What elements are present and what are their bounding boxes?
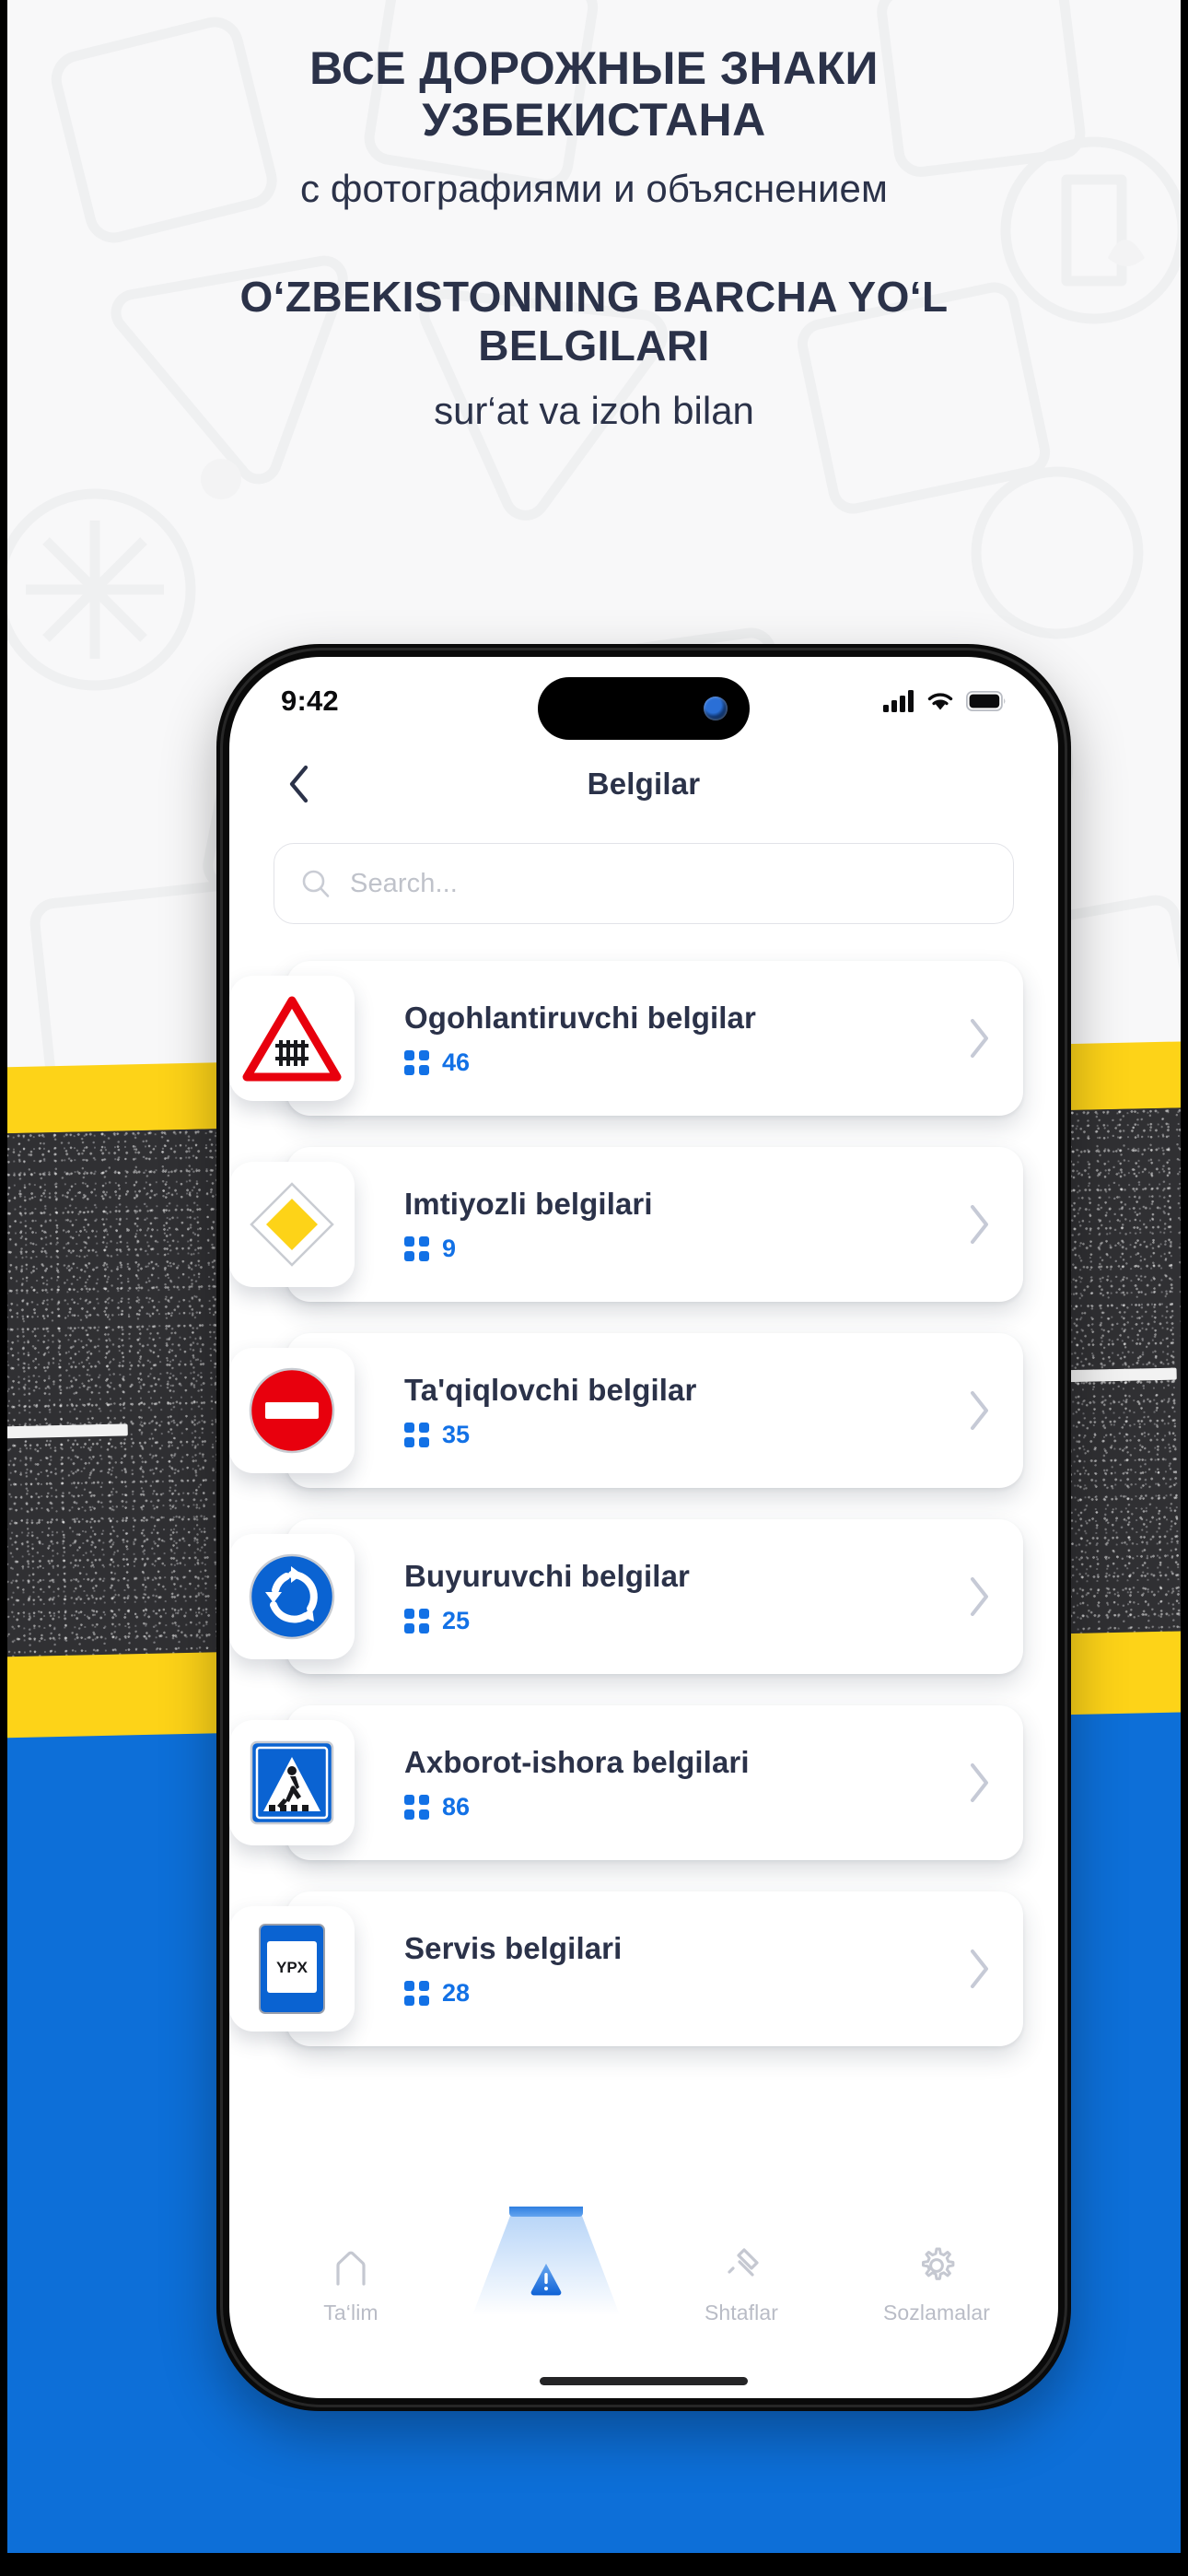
category-title: Ta'qiqlovchi belgilar [404, 1372, 697, 1407]
home-indicator [540, 2377, 748, 2385]
list-item[interactable]: Buyuruvchi belgilar 25 [229, 1519, 1023, 1674]
active-tab-indicator [509, 2207, 583, 2217]
chevron-right-icon[interactable] [966, 1388, 992, 1433]
wifi-icon [927, 693, 953, 710]
grid-2x2-icon [404, 1608, 429, 1633]
home-icon [329, 2243, 373, 2288]
app-nav-bar: Belgilar [229, 745, 1058, 823]
chevron-right-icon[interactable] [966, 1202, 992, 1247]
category-title: Buyuruvchi belgilar [404, 1558, 690, 1593]
list-item[interactable]: Axborot-ishora belgilari 86 [229, 1705, 1023, 1860]
grid-2x2-icon [404, 1422, 429, 1447]
category-count: 9 [442, 1234, 457, 1262]
tab-belgilar[interactable] [448, 2207, 644, 2361]
service-sign-label: YPX [276, 1959, 309, 1976]
gear-icon [914, 2243, 959, 2288]
page-title: Belgilar [587, 767, 701, 801]
list-item[interactable]: Imtiyozli belgilari 9 [229, 1147, 1023, 1302]
category-count: 46 [442, 1048, 471, 1076]
grid-2x2-icon [404, 1980, 429, 2006]
no-entry-red-circle-sign [249, 1367, 335, 1454]
category-sign-badge [229, 1162, 355, 1287]
grid-2x2-icon [404, 1049, 429, 1075]
phone-mockup: 9:42 Belgilar Search... Ogohlantiruvchi … [216, 644, 1071, 2411]
promo-canvas: ВСЕ ДОРОЖНЫЕ ЗНАКИ УЗБЕКИСТАНА с фотогра… [7, 0, 1181, 2553]
chevron-right-icon[interactable] [966, 1016, 992, 1060]
category-sign-badge [229, 976, 355, 1101]
pedestrian-crossing-blue-square-sign [250, 1740, 334, 1825]
tab-sozlamalar[interactable]: Sozlamalar [839, 2207, 1034, 2361]
category-count: 25 [442, 1606, 471, 1634]
tab-shtaflar[interactable]: Shtaflar [644, 2207, 839, 2361]
category-title: Imtiyozli belgilari [404, 1186, 653, 1221]
front-camera-icon [704, 697, 728, 720]
dynamic-island [538, 677, 750, 740]
tab-label: Shtaflar [704, 2300, 779, 2324]
headline-uz-line-1: O‘ZBEKISTONNING BARCHA YO‘L [239, 273, 949, 322]
tab-label: Ta‘lim [323, 2300, 379, 2324]
category-sign-badge: YPX [229, 1906, 355, 2032]
category-count: 86 [442, 1792, 471, 1821]
category-count: 35 [442, 1420, 471, 1448]
service-ypx-blue-sign: YPX [259, 1924, 325, 2014]
bottom-tab-bar: Ta‘lim Shtaflar Sozlamalar [253, 2207, 1034, 2361]
category-sign-badge [229, 1720, 355, 1845]
grid-2x2-icon [404, 1235, 429, 1261]
warning-triangle-icon [524, 2255, 568, 2300]
promo-screenshot: ВСЕ ДОРОЖНЫЕ ЗНАКИ УЗБЕКИСТАНА с фотогра… [0, 0, 1188, 2576]
list-item[interactable]: YPX Servis belgilari 28 [229, 1891, 1023, 2046]
list-item[interactable]: Ogohlantiruvchi belgilar 46 [229, 961, 1023, 1116]
battery-full-icon [966, 691, 1006, 711]
list-item[interactable]: Ta'qiqlovchi belgilar 35 [229, 1333, 1023, 1488]
signal-bars-icon [883, 690, 914, 712]
category-title: Ogohlantiruvchi belgilar [404, 1000, 756, 1035]
tab-talim[interactable]: Ta‘lim [253, 2207, 448, 2361]
gavel-icon [719, 2243, 763, 2288]
tab-label: Sozlamalar [882, 2300, 991, 2324]
status-bar: 9:42 [229, 657, 1058, 745]
roundabout-blue-circle-sign [249, 1553, 335, 1640]
search-placeholder: Search... [350, 868, 458, 898]
category-count: 28 [442, 1978, 471, 2007]
promo-headline-block: ВСЕ ДОРОЖНЫЕ ЗНАКИ УЗБЕКИСТАНА с фотогра… [7, 0, 1181, 435]
headline-ru-line-1: ВСЕ ДОРОЖНЫЕ ЗНАКИ [309, 42, 879, 94]
subtitle-uz: sur‘at va izoh bilan [434, 389, 754, 433]
chevron-right-icon[interactable] [966, 1761, 992, 1805]
headline-uz-line-2: BELGILARI [478, 321, 710, 369]
headline-ru-line-2: УЗБЕКИСТАНА [422, 94, 766, 146]
chevron-right-icon[interactable] [966, 1947, 992, 1991]
category-title: Servis belgilari [404, 1930, 623, 1965]
priority-road-yellow-diamond-sign [250, 1182, 334, 1267]
warning-triangle-railway-crossing-sign [242, 996, 342, 1082]
category-sign-badge [229, 1534, 355, 1659]
search-icon [302, 870, 330, 897]
chevron-right-icon[interactable] [966, 1575, 992, 1619]
grid-2x2-icon [404, 1794, 429, 1820]
search-section: Search... [229, 823, 1058, 924]
phone-screen: 9:42 Belgilar Search... Ogohlantiruvchi … [229, 657, 1058, 2398]
category-title: Axborot-ishora belgilari [404, 1744, 750, 1779]
category-sign-badge [229, 1348, 355, 1473]
category-list: Ogohlantiruvchi belgilar 46 Imtiyozli be… [229, 924, 1058, 2046]
status-bar-time: 9:42 [281, 685, 339, 717]
subtitle-ru: с фотографиями и объяснением [300, 167, 888, 210]
search-input[interactable]: Search... [274, 843, 1014, 924]
